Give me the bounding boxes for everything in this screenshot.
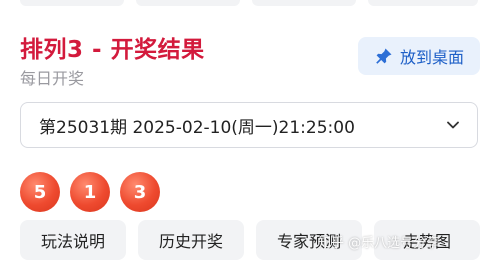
result-balls: 5 1 3 (20, 172, 160, 212)
pin-icon (376, 48, 392, 64)
top-chip[interactable] (20, 0, 124, 6)
result-ball: 1 (70, 172, 110, 212)
issue-selector[interactable]: 第25031期 2025-02-10(周一)21:25:00 (20, 102, 478, 148)
action-tabs: 玩法说明 历史开奖 专家预测 走势图 (20, 220, 480, 260)
issue-selector-value: 第25031期 2025-02-10(周一)21:25:00 (39, 117, 355, 138)
page-subtitle: 每日开奖 (20, 69, 85, 88)
page-title: 排列3 - 开奖结果 (20, 37, 205, 63)
add-to-desktop-button[interactable]: 放到桌面 (358, 37, 480, 75)
add-to-desktop-label: 放到桌面 (399, 48, 464, 67)
tab-expert-prediction[interactable]: 专家预测 (256, 220, 362, 260)
result-ball: 3 (120, 172, 160, 212)
title-row: 排列3 - 开奖结果 (20, 30, 205, 64)
tab-rules[interactable]: 玩法说明 (20, 220, 126, 260)
top-strip (0, 0, 500, 6)
tab-trend-chart[interactable]: 走势图 (374, 220, 480, 260)
top-chip[interactable] (136, 0, 240, 6)
result-ball: 5 (20, 172, 60, 212)
top-chip[interactable] (368, 0, 478, 6)
chevron-down-icon (447, 121, 459, 129)
top-chip[interactable] (252, 0, 356, 6)
tab-history[interactable]: 历史开奖 (138, 220, 244, 260)
